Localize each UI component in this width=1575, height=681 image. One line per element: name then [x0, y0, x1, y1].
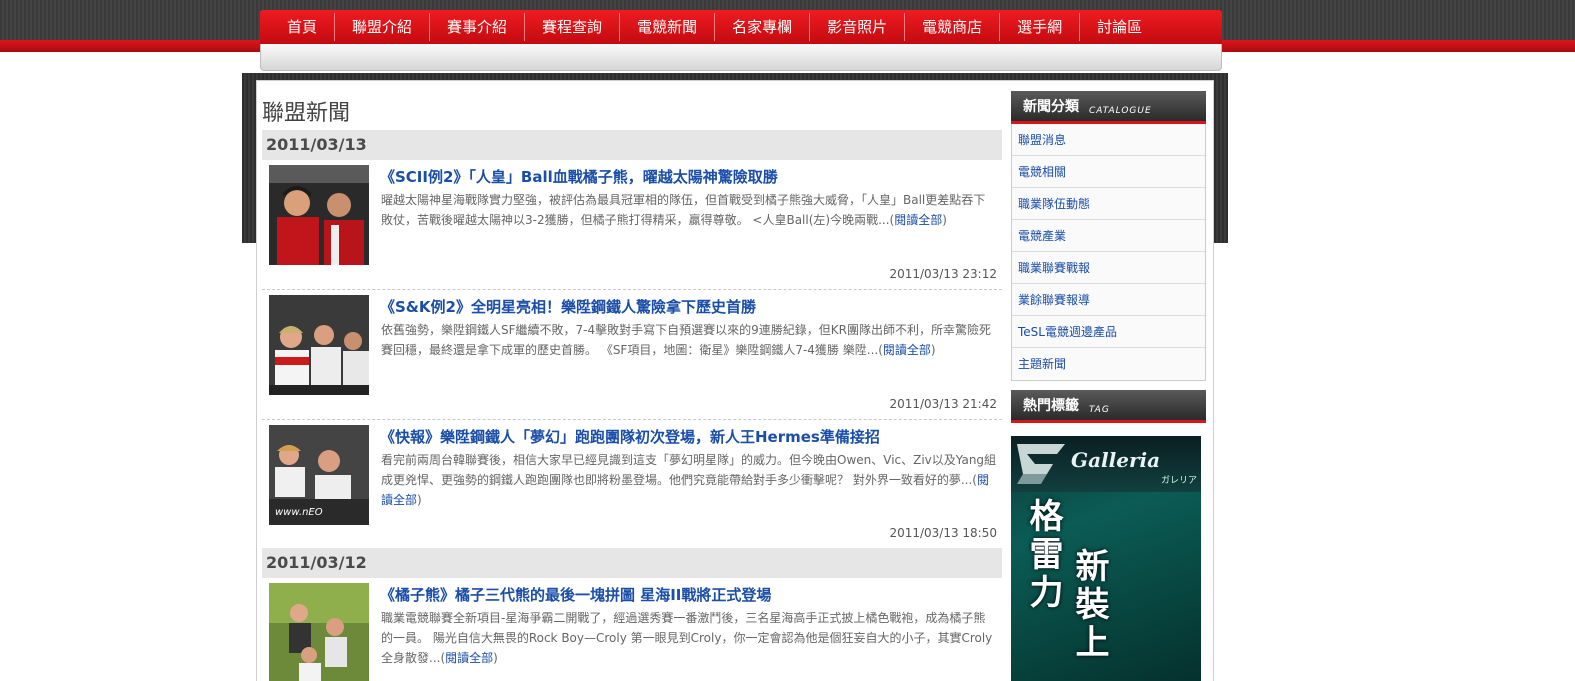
nav-forum[interactable]: 討論區 [1080, 13, 1159, 41]
news-thumbnail[interactable] [269, 583, 369, 681]
tag-title: 熱門標籤 [1023, 398, 1079, 414]
news-timestamp: 2011/03/13 21:42 [889, 397, 997, 411]
nav-columns[interactable]: 名家專欄 [715, 13, 811, 41]
galleria-mark-icon [1017, 444, 1065, 484]
news-timestamp: 2011/03/13 23:12 [889, 267, 997, 281]
banner-text-left: 格雷力 [1023, 498, 1063, 612]
news-item: 《SCII例2》「人皇」Ball血戰橘子熊，曜越太陽神驚險取勝 曜越太陽神星海戰… [262, 160, 1002, 290]
news-title-link[interactable]: 《橘子熊》橘子三代熊的最後一塊拼圖 星海II戰將正式登場 [380, 584, 771, 605]
nav-league-intro[interactable]: 聯盟介紹 [335, 13, 431, 41]
paren-close: ) [493, 651, 498, 665]
nav-esports-news[interactable]: 電競新聞 [620, 13, 716, 41]
banner-text-right: 新裝上 [1069, 548, 1109, 662]
banner-brand: Galleria [1071, 448, 1161, 472]
read-more-link[interactable]: 閱讀全部 [445, 651, 493, 665]
banner-brand-jp: ガレリア [1161, 476, 1198, 486]
news-thumbnail[interactable]: www.nEO [269, 425, 369, 525]
svg-text:www.nEO: www.nEO [275, 507, 323, 518]
category-esports-industry[interactable]: 電競產業 [1012, 220, 1205, 252]
news-title-link[interactable]: 《快報》樂陞鋼鐵人「夢幻」跑跑團隊初次登場，新人王Hermes準備接招 [380, 426, 880, 447]
nav-home[interactable]: 首頁 [270, 13, 336, 41]
nav-schedule[interactable]: 賽程查詢 [525, 13, 621, 41]
category-topic-news[interactable]: 主題新聞 [1012, 348, 1205, 380]
news-thumbnail[interactable] [269, 165, 369, 265]
news-thumbnail[interactable] [269, 295, 369, 395]
catalogue-header: 新聞分類 CATALOGUE [1011, 91, 1206, 124]
news-title-link[interactable]: 《SCII例2》「人皇」Ball血戰橘子熊，曜越太陽神驚險取勝 [380, 166, 778, 187]
paren-close: ) [930, 343, 936, 357]
main-nav: 首頁 聯盟介紹 賽事介紹 賽程查詢 電競新聞 名家專欄 影音照片 電競商店 選手… [260, 10, 1222, 44]
category-pro-team-news[interactable]: 職業隊伍動態 [1012, 188, 1205, 220]
read-more-link[interactable]: 閱讀全部 [883, 343, 931, 357]
nav-event-intro[interactable]: 賽事介紹 [430, 13, 526, 41]
category-esports-related[interactable]: 電競相關 [1012, 156, 1205, 188]
news-summary: 曜越太陽神星海戰隊實力堅強，被評估為最具冠軍相的隊伍，但首戰受到橘子熊強大威脅，… [381, 190, 997, 230]
category-list: 聯盟消息 電競相關 職業隊伍動態 電競產業 職業聯賽戰報 業餘聯賽報導 TeSL… [1011, 124, 1206, 381]
page-title: 聯盟新聞 [262, 101, 351, 126]
galleria-ad-banner[interactable]: Galleria ガレリア 格雷力 新裝上 [1011, 436, 1201, 681]
date-header: 2011/03/13 [262, 130, 1002, 160]
sub-nav-bar [260, 44, 1222, 71]
news-title-link[interactable]: 《S&K例2》全明星亮相！樂陞鋼鐵人驚險拿下歷史首勝 [380, 296, 756, 317]
paren-close: ) [417, 493, 422, 507]
catalogue-subtitle: CATALOGUE [1089, 106, 1152, 116]
tag-header: 熱門標籤 TAG [1011, 390, 1206, 423]
category-tesl-products[interactable]: TeSL電競週邊產品 [1012, 316, 1205, 348]
nav-players[interactable]: 選手網 [1000, 13, 1081, 41]
news-list: 聯盟新聞 2011/03/13 《SCII例2》「人皇」Ball血戰橘子熊，曜越… [262, 94, 1002, 681]
date-header: 2011/03/12 [262, 548, 1002, 578]
news-item: 《橘子熊》橘子三代熊的最後一塊拼圖 星海II戰將正式登場 職業電競聯賽全新項目-… [262, 578, 1002, 681]
paren-close: ) [942, 213, 947, 227]
sidebar: 新聞分類 CATALOGUE 聯盟消息 電競相關 職業隊伍動態 電競產業 職業聯… [1011, 91, 1206, 681]
category-league-news[interactable]: 聯盟消息 [1012, 124, 1205, 156]
catalogue-title: 新聞分類 [1023, 99, 1079, 115]
galleria-logo: Galleria ガレリア [1011, 436, 1201, 492]
news-item: www.nEO 《快報》樂陞鋼鐵人「夢幻」跑跑團隊初次登場，新人王Hermes準… [262, 420, 1002, 548]
news-item: 《S&K例2》全明星亮相！樂陞鋼鐵人驚險拿下歷史首勝 依舊強勢，樂陞鋼鐵人SF繼… [262, 290, 1002, 420]
news-timestamp: 2011/03/13 18:50 [889, 526, 997, 540]
news-summary-text: 看完前兩周台韓聯賽後，相信大家早已經見識到這支「夢幻明星隊」的威力。但今晚由Ow… [381, 453, 997, 487]
read-more-link[interactable]: 閱讀全部 [894, 213, 942, 227]
nav-media[interactable]: 影音照片 [810, 13, 906, 41]
news-summary: 看完前兩周台韓聯賽後，相信大家早已經見識到這支「夢幻明星隊」的威力。但今晚由Ow… [381, 450, 997, 510]
category-amateur-reports[interactable]: 業餘聯賽報導 [1012, 284, 1205, 316]
nav-store[interactable]: 電競商店 [905, 13, 1001, 41]
category-pro-league-reports[interactable]: 職業聯賽戰報 [1012, 252, 1205, 284]
tag-subtitle: TAG [1089, 405, 1110, 415]
news-summary: 職業電競聯賽全新項目-星海爭霸二開戰了，經過選秀賽一番激鬥後，三名星海高手正式披… [381, 608, 997, 668]
news-summary: 依舊強勢，樂陞鋼鐵人SF繼續不敗，7-4擊敗對手寫下自預選賽以來的9連勝紀錄，但… [381, 320, 997, 360]
